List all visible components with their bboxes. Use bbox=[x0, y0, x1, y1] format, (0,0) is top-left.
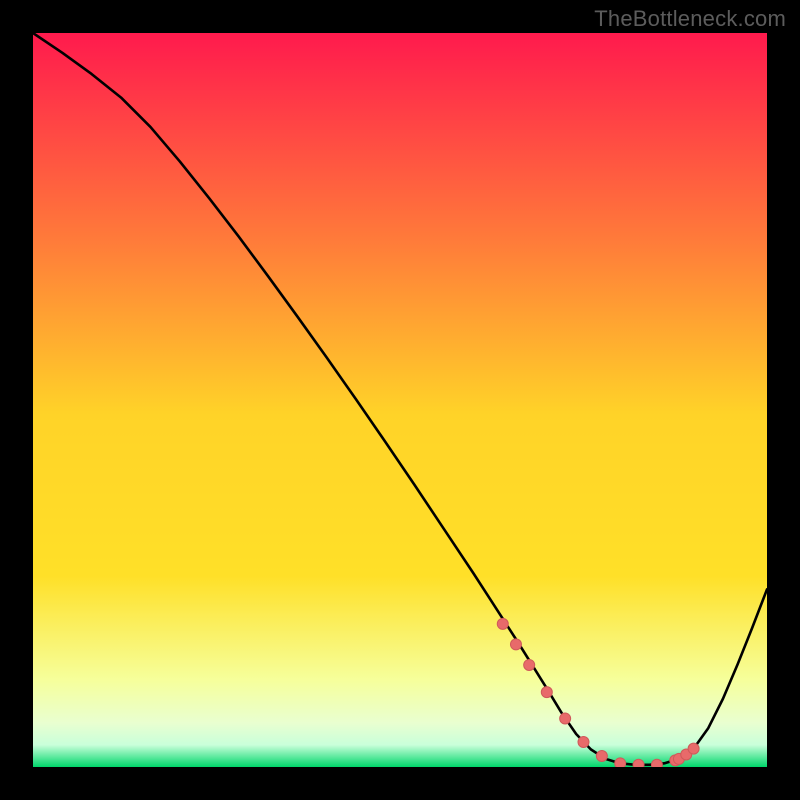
curve-marker bbox=[560, 713, 571, 724]
curve-marker bbox=[633, 759, 644, 767]
curve-marker bbox=[615, 758, 626, 767]
curve-marker bbox=[651, 759, 662, 767]
plot-area bbox=[33, 33, 767, 767]
chart-frame: TheBottleneck.com bbox=[0, 0, 800, 800]
curve-marker bbox=[541, 687, 552, 698]
curve-marker bbox=[596, 750, 607, 761]
curve-marker bbox=[524, 659, 535, 670]
gradient-background bbox=[33, 33, 767, 767]
curve-marker bbox=[578, 737, 589, 748]
watermark-text: TheBottleneck.com bbox=[594, 6, 786, 32]
chart-svg bbox=[33, 33, 767, 767]
curve-marker bbox=[510, 639, 521, 650]
curve-marker bbox=[497, 618, 508, 629]
curve-marker bbox=[688, 743, 699, 754]
